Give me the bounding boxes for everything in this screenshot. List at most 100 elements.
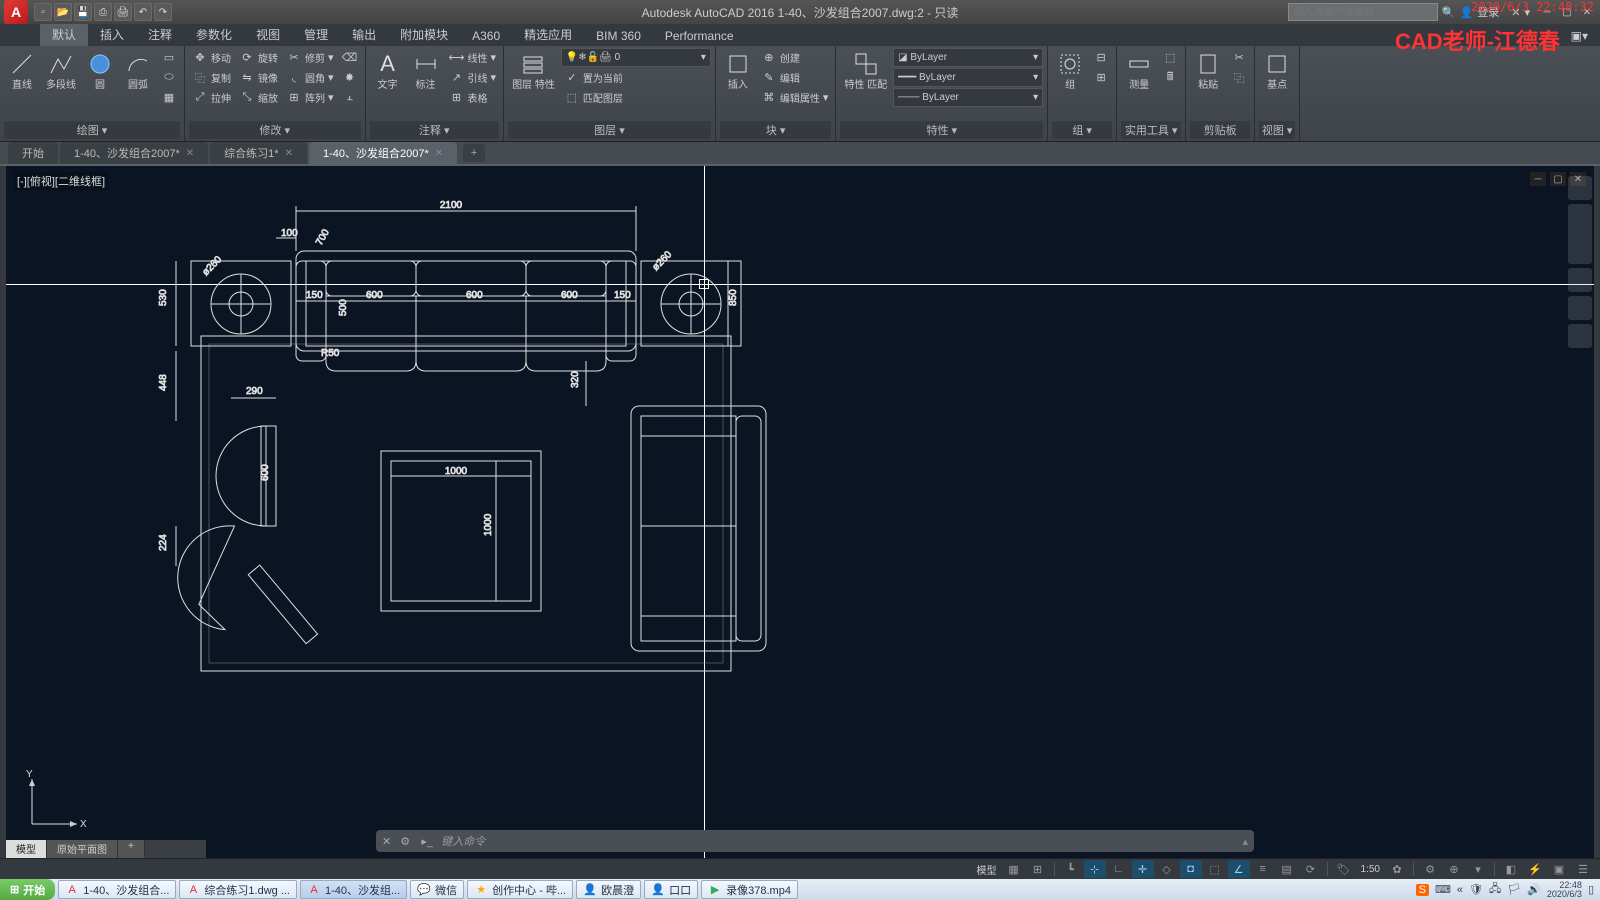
vp-minimize-icon[interactable]: ─ xyxy=(1530,172,1546,186)
snap-icon[interactable]: ⊞ xyxy=(1027,860,1049,878)
nav-orbit-icon[interactable] xyxy=(1568,324,1592,348)
qat-redo-icon[interactable]: ↷ xyxy=(154,3,172,21)
select-icon[interactable]: ⬚ xyxy=(1159,48,1181,67)
table-button[interactable]: ⊞表格 xyxy=(446,88,500,107)
lineweight-dropdown[interactable]: ━━━ ByLayer▾ xyxy=(893,68,1043,87)
layout-add[interactable]: + xyxy=(118,840,145,858)
erase-icon[interactable]: ⌫ xyxy=(339,48,361,67)
polyline-button[interactable]: 多段线 xyxy=(42,48,80,93)
panel-group-title[interactable]: 组 ▾ xyxy=(1052,121,1112,139)
file-tab-1[interactable]: 1-40、沙发组合2007*✕ xyxy=(60,142,208,164)
ellipse-icon[interactable]: ⬭ xyxy=(158,68,180,87)
panel-view-title[interactable]: 视图 ▾ xyxy=(1259,121,1295,139)
search-icon[interactable]: 🔍 xyxy=(1442,6,1456,19)
array-button[interactable]: ⊞阵列 ▾ xyxy=(283,88,337,107)
grid-icon[interactable]: ▦ xyxy=(1003,860,1025,878)
annoscale-icon[interactable]: 🏷 xyxy=(1333,860,1355,878)
transparency-icon[interactable]: ▤ xyxy=(1276,860,1298,878)
file-tab-2[interactable]: 综合练习1*✕ xyxy=(210,142,307,164)
copy-button[interactable]: ⿻复制 xyxy=(189,68,234,87)
tray-expand-icon[interactable]: « xyxy=(1457,884,1463,896)
layer-props-button[interactable]: 图层 特性 xyxy=(508,48,559,93)
group-button[interactable]: 组 xyxy=(1052,48,1088,93)
tray-volume-icon[interactable]: 🔊 xyxy=(1527,883,1541,896)
isolate-icon[interactable]: ◧ xyxy=(1500,860,1522,878)
layout-1[interactable]: 原始平面图 xyxy=(47,840,118,858)
rect-icon[interactable]: ▭ xyxy=(158,48,180,67)
help-search-input[interactable] xyxy=(1288,3,1438,21)
command-line[interactable]: ✕ ⚙ ▸_ 键入命令 ▴ xyxy=(376,830,1254,852)
task-item[interactable]: 👤口口 xyxy=(644,880,698,899)
arc-button[interactable]: 圆弧 xyxy=(120,48,156,93)
panel-layer-title[interactable]: 图层 ▾ xyxy=(508,121,711,139)
lweight-icon[interactable]: ≡ xyxy=(1252,860,1274,878)
close-tab-icon[interactable]: ✕ xyxy=(186,148,194,159)
qat-undo-icon[interactable]: ↶ xyxy=(134,3,152,21)
tab-bim360[interactable]: BIM 360 xyxy=(584,26,653,46)
trim-button[interactable]: ✂修剪 ▾ xyxy=(283,48,337,67)
panel-annot-title[interactable]: 注释 ▾ xyxy=(370,121,500,139)
panel-props-title[interactable]: 特性 ▾ xyxy=(840,121,1043,139)
scale-value[interactable]: 1:50 xyxy=(1357,864,1384,875)
line-button[interactable]: 直线 xyxy=(4,48,40,93)
panel-modify-title[interactable]: 修改 ▾ xyxy=(189,121,361,139)
polar-icon[interactable]: ✛ xyxy=(1132,860,1154,878)
text-button[interactable]: A文字 xyxy=(370,48,406,93)
workspace-icon[interactable]: ⚙ xyxy=(1419,860,1441,878)
tab-manage[interactable]: 管理 xyxy=(292,23,340,46)
viewcube-icon[interactable] xyxy=(1568,176,1592,200)
layout-model[interactable]: 模型 xyxy=(6,840,47,858)
linear-button[interactable]: ⟷线性 ▾ xyxy=(446,48,500,67)
calc-icon[interactable]: 🖩 xyxy=(1159,68,1181,87)
offset-icon[interactable]: ⫠ xyxy=(339,88,361,107)
annovisibility-icon[interactable]: ✿ xyxy=(1386,860,1408,878)
copy-clip-icon[interactable]: ⿻ xyxy=(1228,68,1250,87)
otrack-icon[interactable]: ∠ xyxy=(1228,860,1250,878)
match-props-button[interactable]: 特性 匹配 xyxy=(840,48,891,93)
hardware-icon[interactable]: ⚡ xyxy=(1524,860,1546,878)
paste-button[interactable]: 粘贴 xyxy=(1190,48,1226,93)
infer-icon[interactable]: ┗ xyxy=(1060,860,1082,878)
task-item[interactable]: A综合练习1.dwg ... xyxy=(179,880,297,899)
tab-insert[interactable]: 插入 xyxy=(88,23,136,46)
drawing-canvas[interactable]: [-][俯视][二维线框] ─ ▢ ✕ xyxy=(6,166,1594,858)
start-button[interactable]: ⊞ 开始 xyxy=(0,879,55,900)
layer-dropdown[interactable]: 💡❄🔓🖨 0▾ xyxy=(561,48,711,67)
leader-button[interactable]: ↗引线 ▾ xyxy=(446,68,500,87)
nav-pan-icon[interactable] xyxy=(1568,268,1592,292)
layer-match[interactable]: ⬚匹配图层 xyxy=(561,88,711,107)
tab-output[interactable]: 输出 xyxy=(340,23,388,46)
cmdline-close-icon[interactable]: ✕ xyxy=(382,835,391,848)
osnap-icon[interactable]: ◘ xyxy=(1180,860,1202,878)
tab-performance[interactable]: Performance xyxy=(653,26,746,46)
iso-icon[interactable]: ◇ xyxy=(1156,860,1178,878)
group-edit-icon[interactable]: ⊞ xyxy=(1090,68,1112,87)
qat-new-icon[interactable]: ▫ xyxy=(34,3,52,21)
circle-button[interactable]: 圆 xyxy=(82,48,118,93)
monitor-icon[interactable]: ⊕ xyxy=(1443,860,1465,878)
qat-open-icon[interactable]: 📂 xyxy=(54,3,72,21)
dimension-button[interactable]: 标注 xyxy=(408,48,444,93)
cmdline-customize-icon[interactable]: ⚙ xyxy=(397,833,413,849)
scale-button[interactable]: ⤡缩放 xyxy=(236,88,281,107)
mirror-button[interactable]: ⇋镜像 xyxy=(236,68,281,87)
cut-icon[interactable]: ✂ xyxy=(1228,48,1250,67)
add-tab-button[interactable]: + xyxy=(463,144,485,162)
nav-zoom-icon[interactable] xyxy=(1568,296,1592,320)
app-logo[interactable]: A xyxy=(4,0,28,24)
insert-block-button[interactable]: 插入 xyxy=(720,48,756,93)
cleanscreen-icon[interactable]: ▣ xyxy=(1548,860,1570,878)
tab-view[interactable]: 视图 xyxy=(244,23,292,46)
panel-clip-title[interactable]: 剪贴板 xyxy=(1190,121,1250,139)
file-tab-3[interactable]: 1-40、沙发组合2007*✕ xyxy=(309,142,457,164)
task-item[interactable]: ▶录像378.mp4 xyxy=(701,880,798,899)
tab-default[interactable]: 默认 xyxy=(40,23,88,46)
qat-plot-icon[interactable]: 🖨 xyxy=(114,3,132,21)
layer-setcurrent[interactable]: ✓置为当前 xyxy=(561,68,711,87)
tray-flag-icon[interactable]: 🏳 xyxy=(1507,883,1521,896)
nav-wheel-icon[interactable] xyxy=(1568,204,1592,264)
qat-saveas-icon[interactable]: ⎙ xyxy=(94,3,112,21)
task-item[interactable]: A1-40、沙发组... xyxy=(300,880,407,899)
qat-save-icon[interactable]: 💾 xyxy=(74,3,92,21)
cycling-icon[interactable]: ⟳ xyxy=(1300,860,1322,878)
